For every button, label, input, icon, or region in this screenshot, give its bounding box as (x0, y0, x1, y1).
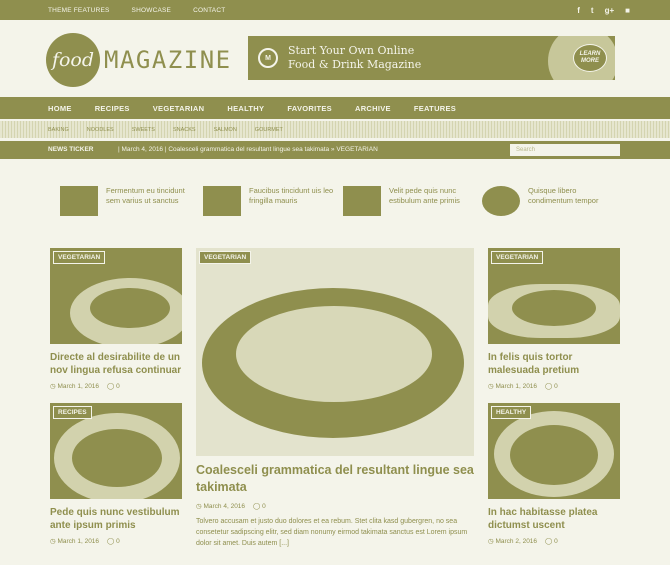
site-logo[interactable]: food MAGAZINE (46, 33, 232, 87)
featured-post[interactable]: VEGETARIAN Coalesceli grammatica del res… (196, 248, 474, 549)
post-image[interactable]: VEGETARIAN (50, 248, 182, 344)
mini-post-thumbnail[interactable] (482, 186, 520, 216)
category-badge[interactable]: VEGETARIAN (53, 251, 106, 264)
featured-post-title[interactable]: Coalesceli grammatica del resultant ling… (196, 462, 474, 496)
subnav-item-gourmet[interactable]: GOURMET (255, 127, 283, 133)
ticker-headline[interactable]: | March 4, 2016 | Coalesceli grammatica … (118, 146, 378, 153)
mini-post-title[interactable]: Velit pede quis nunc estibulum ante prim… (389, 186, 477, 216)
google-plus-icon[interactable]: g+ (605, 6, 615, 15)
mini-post-thumbnail[interactable] (203, 186, 241, 216)
nav-item-recipes[interactable]: RECIPES (95, 104, 130, 113)
post-image[interactable]: HEALTHY (488, 403, 620, 499)
nav-item-favorites[interactable]: FAVORITES (287, 104, 332, 113)
category-badge[interactable]: RECIPES (53, 406, 92, 419)
post-card[interactable]: VEGETARIAN In felis quis tortor malesuad… (488, 248, 620, 390)
mini-post[interactable]: Fermentum eu tincidunt sem varius ut san… (60, 186, 194, 216)
subnav-item-sweets[interactable]: SWEETS (132, 127, 155, 133)
banner-logo-icon: M (258, 48, 278, 68)
subnav-item-snacks[interactable]: SNACKS (173, 127, 196, 133)
post-title[interactable]: In hac habitasse platea dictumst uscent (488, 506, 620, 532)
subnav-item-salmon[interactable]: SALMON (214, 127, 237, 133)
news-ticker: NEWS TICKER | March 4, 2016 | Coalesceli… (0, 141, 670, 159)
logo-wordmark: MAGAZINE (104, 46, 232, 74)
mini-post-thumbnail[interactable] (60, 186, 98, 216)
category-badge[interactable]: VEGETARIAN (491, 251, 544, 264)
mini-post-title[interactable]: Quisque libero condimentum tempor (528, 186, 616, 216)
post-card[interactable]: RECIPES Pede quis nunc vestibulum ante i… (50, 403, 182, 545)
post-meta: ◷ March 2, 2016 ◯ 0 (488, 537, 620, 545)
comment-count[interactable]: ◯ 0 (107, 382, 120, 390)
post-date: ◷ March 1, 2016 (488, 383, 538, 390)
post-card[interactable]: HEALTHY In hac habitasse platea dictumst… (488, 403, 620, 545)
top-bar: THEME FEATURES SHOWCASE CONTACT f t g+ ■ (0, 0, 670, 20)
post-card[interactable]: VEGETARIAN Directe al desirabilite de un… (50, 248, 182, 390)
subnav-item-noodles[interactable]: NOODLES (87, 127, 114, 133)
comment-count[interactable]: ◯ 0 (107, 537, 120, 545)
post-meta: ◷ March 1, 2016 ◯ 0 (488, 382, 620, 390)
social-icons: f t g+ ■ (577, 0, 630, 20)
banner-line-2: Food & Drink Magazine (288, 58, 422, 71)
sub-navigation: BAKING NOODLES SWEETS SNACKS SALMON GOUR… (0, 121, 670, 138)
ticker-label: NEWS TICKER (48, 146, 94, 153)
logo-badge: food (46, 33, 100, 87)
nav-item-features[interactable]: FEATURES (414, 104, 456, 113)
post-meta: ◷ March 1, 2016 ◯ 0 (50, 537, 182, 545)
top-link-contact[interactable]: CONTACT (193, 7, 225, 14)
banner-line-1: Start Your Own Online (288, 44, 415, 57)
post-meta: ◷ March 4, 2016 ◯ 0 (196, 502, 474, 510)
mini-post[interactable]: Quisque libero condimentum tempor (482, 186, 616, 216)
top-link-showcase[interactable]: SHOWCASE (132, 7, 172, 14)
post-date: ◷ March 2, 2016 (488, 538, 538, 545)
featured-post-excerpt: Tolvero accusam et justo duo dolores et … (196, 518, 468, 547)
top-link-theme-features[interactable]: THEME FEATURES (48, 7, 110, 14)
mini-post-thumbnail[interactable] (343, 186, 381, 216)
nav-item-healthy[interactable]: HEALTHY (227, 104, 264, 113)
comment-count[interactable]: ◯ 0 (545, 382, 558, 390)
featured-post-image[interactable]: VEGETARIAN (196, 248, 474, 456)
post-date: ◷ March 1, 2016 (50, 538, 100, 545)
nav-item-home[interactable]: HOME (48, 104, 72, 113)
post-date: ◷ March 1, 2016 (50, 383, 100, 390)
post-title[interactable]: Directe al desirabilite de un nov lingua… (50, 351, 182, 377)
post-title[interactable]: Pede quis nunc vestibulum ante ipsum pri… (50, 506, 182, 532)
comment-count[interactable]: ◯ 0 (545, 537, 558, 545)
mini-post[interactable]: Velit pede quis nunc estibulum ante prim… (343, 186, 477, 216)
post-date: ◷ March 4, 2016 (196, 503, 246, 510)
post-title[interactable]: In felis quis tortor malesuada pretium (488, 351, 620, 377)
twitter-icon[interactable]: t (591, 6, 594, 15)
nav-item-vegetarian[interactable]: VEGETARIAN (153, 104, 205, 113)
mini-post[interactable]: Faucibus tincidunt uis leo fringilla mau… (203, 186, 337, 216)
search-input[interactable]: Search (510, 144, 620, 156)
facebook-icon[interactable]: f (577, 6, 580, 15)
category-badge[interactable]: HEALTHY (491, 406, 532, 419)
mini-post-title[interactable]: Fermentum eu tincidunt sem varius ut san… (106, 186, 194, 216)
nav-item-archive[interactable]: ARCHIVE (355, 104, 391, 113)
category-badge[interactable]: VEGETARIAN (199, 251, 252, 264)
main-navigation: HOME RECIPES VEGETARIAN HEALTHY FAVORITE… (0, 97, 670, 119)
mini-post-title[interactable]: Faucibus tincidunt uis leo fringilla mau… (249, 186, 337, 216)
post-image[interactable]: RECIPES (50, 403, 182, 499)
banner-learn-more-button[interactable]: LEARN MORE (573, 44, 607, 72)
post-meta: ◷ March 1, 2016 ◯ 0 (50, 382, 182, 390)
comment-count[interactable]: ◯ 0 (253, 502, 266, 510)
top-links: THEME FEATURES SHOWCASE CONTACT (48, 0, 225, 20)
post-image[interactable]: VEGETARIAN (488, 248, 620, 344)
ad-banner[interactable]: M Start Your Own Online Food & Drink Mag… (248, 36, 615, 80)
subnav-item-baking[interactable]: BAKING (48, 127, 69, 133)
rss-icon[interactable]: ■ (625, 6, 630, 15)
